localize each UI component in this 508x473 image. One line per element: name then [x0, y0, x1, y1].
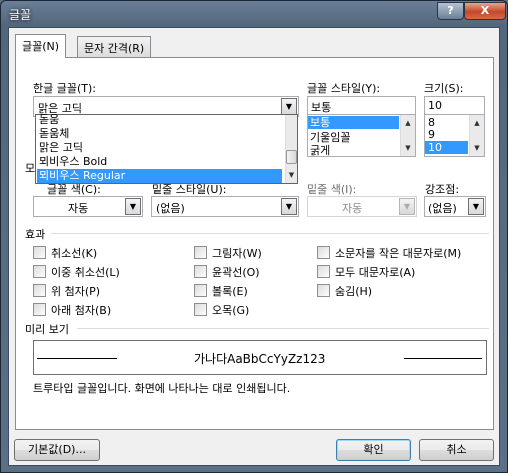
- effects-divider: [51, 233, 489, 234]
- double-strikethrough-label[interactable]: 이중 취소선(L): [51, 264, 120, 280]
- preview-sample-text: 가나다AaBbCcYyZz123: [194, 352, 326, 366]
- all-caps-label[interactable]: 모두 대문자로(A): [335, 264, 415, 280]
- underline-style-value: (없음): [156, 202, 185, 215]
- font-style-label: 글꼴 스타일(Y):: [307, 82, 381, 95]
- font-size-item-9[interactable]: 9: [428, 128, 435, 141]
- close-button[interactable]: X: [464, 2, 506, 20]
- shadow-checkbox[interactable]: [194, 246, 207, 259]
- scroll-up-icon[interactable]: ▲: [401, 115, 415, 131]
- emphasis-mark-dropdown-arrow-icon[interactable]: ▼: [468, 198, 484, 215]
- emphasis-mark-label: 강조점:: [425, 183, 460, 196]
- font-size-label: 크기(S):: [424, 82, 464, 95]
- font-style-list[interactable]: 보통 기울임꼴 굵게 ▲ ▼: [307, 114, 416, 157]
- font-list-item-mobius-bold[interactable]: 뫼비우스 Bold: [37, 155, 282, 169]
- hidden-label[interactable]: 숨김(H): [335, 283, 372, 299]
- preview-box: 가나다AaBbCcYyZz123: [33, 340, 487, 375]
- font-size-value: 10: [428, 99, 442, 112]
- tab-font[interactable]: 글꼴(N): [15, 34, 67, 58]
- font-style-item-regular[interactable]: 보통: [308, 116, 399, 129]
- cancel-button[interactable]: 취소: [419, 439, 494, 461]
- scroll-down-icon[interactable]: ▼: [470, 140, 484, 156]
- font-color-value: 자동: [68, 202, 89, 215]
- scroll-down-icon[interactable]: ▼: [286, 167, 297, 183]
- underline-style-combobox[interactable]: (없음) ▼: [151, 196, 299, 217]
- underline-color-combobox[interactable]: 자동 ▼: [307, 196, 417, 217]
- font-list-item-malgun-gothic[interactable]: 맑은 고딕: [37, 141, 282, 155]
- subscript-checkbox[interactable]: [33, 303, 46, 316]
- font-list-item-mobius-regular[interactable]: 뫼비우스 Regular: [37, 169, 282, 183]
- font-color-combobox[interactable]: 자동 ▼: [33, 196, 143, 217]
- font-name-dropdown-arrow-icon[interactable]: ▼: [281, 98, 297, 115]
- font-style-value: 보통: [311, 101, 332, 114]
- small-caps-checkbox[interactable]: [317, 246, 330, 259]
- font-dialog-window: 글꼴 ? X 글꼴(N) 문자 간격(R) 한글 글꼴(T): 맑은 고딕 ▼ …: [0, 0, 508, 473]
- strikethrough-label[interactable]: 취소선(K): [51, 245, 97, 261]
- preview-right-line: [404, 358, 482, 359]
- superscript-label[interactable]: 위 첨자(P): [51, 283, 100, 299]
- font-size-scrollbar[interactable]: ▲ ▼: [469, 115, 484, 156]
- font-list-item-dotumche[interactable]: 돋움체: [37, 127, 282, 141]
- window-title: 글꼴: [9, 8, 32, 22]
- dialog-client-area: 글꼴(N) 문자 간격(R) 한글 글꼴(T): 맑은 고딕 ▼ 글꼴 스타일(…: [8, 27, 500, 466]
- underline-style-dropdown-arrow-icon[interactable]: ▼: [281, 198, 297, 215]
- font-style-input[interactable]: 보통: [307, 96, 416, 115]
- font-style-scrollbar[interactable]: ▲ ▼: [400, 115, 415, 156]
- double-strikethrough-checkbox[interactable]: [33, 265, 46, 278]
- small-caps-label[interactable]: 소문자를 작은 대문자로(M): [335, 245, 461, 261]
- outline-label[interactable]: 윤곽선(O): [212, 264, 260, 280]
- font-list-scrollbar[interactable]: ▼: [285, 115, 297, 183]
- underline-color-label: 밑줄 색(I):: [307, 183, 357, 196]
- font-size-item-10[interactable]: 10: [425, 141, 468, 154]
- emphasis-mark-value: (없음): [428, 202, 457, 215]
- help-button[interactable]: ?: [437, 2, 464, 20]
- engrave-checkbox[interactable]: [194, 303, 207, 316]
- preview-divider: [77, 328, 489, 329]
- font-name-dropdown-list[interactable]: 돋움 돋움체 맑은 고딕 뫼비우스 Bold 뫼비우스 Regular ▼: [35, 113, 298, 184]
- engrave-label[interactable]: 오목(G): [212, 302, 249, 318]
- shadow-label[interactable]: 그림자(W): [212, 245, 262, 261]
- preview-description: 트루타입 글꼴입니다. 화면에 나타나는 대로 인쇄됩니다.: [33, 382, 291, 395]
- set-default-button[interactable]: 기본값(D)...: [14, 439, 100, 461]
- outline-checkbox[interactable]: [194, 265, 207, 278]
- emboss-label[interactable]: 볼록(E): [212, 283, 248, 299]
- font-size-list[interactable]: 8 9 10 ▲ ▼: [424, 114, 485, 157]
- font-name-label: 한글 글꼴(T):: [33, 82, 96, 95]
- all-caps-checkbox[interactable]: [317, 265, 330, 278]
- font-list-scroll-thumb[interactable]: [286, 150, 297, 164]
- truncated-label-fragment: 모: [25, 162, 36, 175]
- hidden-checkbox[interactable]: [317, 284, 330, 297]
- tab-character-spacing[interactable]: 문자 간격(R): [77, 36, 152, 57]
- ok-button[interactable]: 확인: [336, 439, 411, 461]
- font-color-dropdown-arrow-icon[interactable]: ▼: [125, 198, 141, 215]
- underline-color-dropdown-arrow-icon[interactable]: ▼: [399, 198, 415, 215]
- font-list-item-dotum[interactable]: 돋움: [37, 113, 282, 127]
- preview-section-label: 미리 보기: [25, 323, 69, 336]
- font-style-item-bold[interactable]: 굵게: [310, 142, 330, 158]
- emboss-checkbox[interactable]: [194, 284, 207, 297]
- title-bar[interactable]: 글꼴 ? X: [1, 1, 507, 27]
- underline-color-value: 자동: [342, 202, 363, 215]
- emphasis-mark-combobox[interactable]: (없음) ▼: [424, 196, 486, 217]
- effects-section-label: 효과: [25, 228, 46, 241]
- preview-left-line: [37, 358, 117, 359]
- scroll-up-icon[interactable]: ▲: [470, 115, 484, 131]
- font-size-input[interactable]: 10: [424, 96, 485, 115]
- superscript-checkbox[interactable]: [33, 284, 46, 297]
- subscript-label[interactable]: 아래 첨자(B): [51, 302, 111, 318]
- strikethrough-checkbox[interactable]: [33, 246, 46, 259]
- scroll-down-icon[interactable]: ▼: [401, 140, 415, 156]
